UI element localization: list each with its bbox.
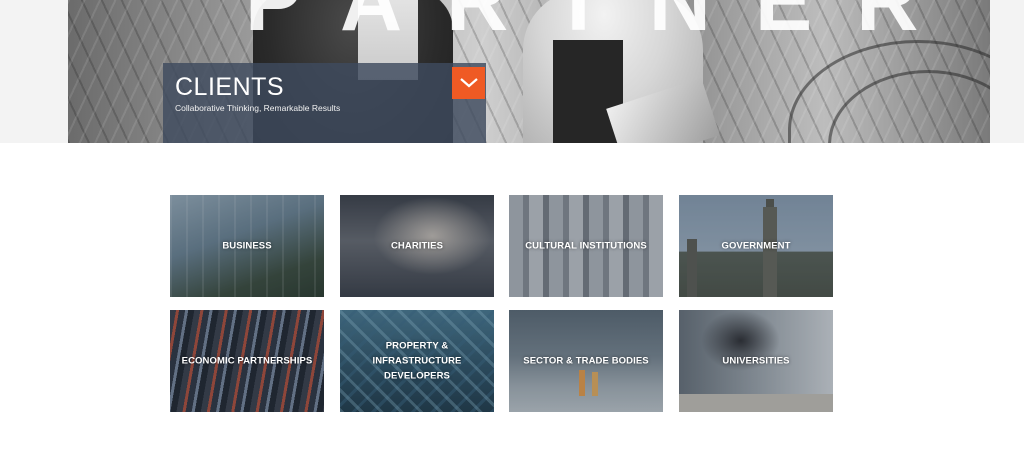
client-tile-cultural-institutions[interactable]: CULTURAL INSTITUTIONS bbox=[509, 195, 663, 297]
tile-label: UNIVERSITIES bbox=[722, 355, 790, 367]
tile-label: ECONOMIC PARTNERSHIPS bbox=[181, 355, 313, 367]
chevron-down-icon bbox=[459, 78, 478, 88]
client-tile-charities[interactable]: CHARITIES bbox=[340, 195, 494, 297]
tile-label: GOVERNMENT bbox=[721, 240, 791, 252]
hero-caption-panel: CLIENTS Collaborative Thinking, Remarkab… bbox=[163, 63, 486, 143]
hero-background-text: PARTNERS bbox=[245, 0, 945, 49]
client-tile-universities[interactable]: UNIVERSITIES bbox=[679, 310, 833, 412]
client-tile-business[interactable]: BUSINESS bbox=[170, 195, 324, 297]
tile-label: CHARITIES bbox=[390, 240, 444, 252]
hero-banner: PARTNERS CLIENTS Collaborative Thinking,… bbox=[0, 0, 1024, 143]
tile-label: CULTURAL INSTITUTIONS bbox=[525, 240, 647, 252]
client-tile-government[interactable]: GOVERNMENT bbox=[679, 195, 833, 297]
expand-toggle-button[interactable] bbox=[452, 67, 485, 99]
client-tile-property-infrastructure[interactable]: PROPERTY & INFRASTRUCTURE DEVELOPERS bbox=[340, 310, 494, 412]
tile-label: BUSINESS bbox=[222, 240, 272, 252]
client-tile-economic-partnerships[interactable]: ECONOMIC PARTNERSHIPS bbox=[170, 310, 324, 412]
tile-label: SECTOR & TRADE BODIES bbox=[523, 355, 649, 367]
page-title: CLIENTS bbox=[175, 73, 285, 101]
page-subtitle: Collaborative Thinking, Remarkable Resul… bbox=[175, 103, 341, 113]
client-tile-sector-trade-bodies[interactable]: SECTOR & TRADE BODIES bbox=[509, 310, 663, 412]
tile-label: PROPERTY & INFRASTRUCTURE DEVELOPERS bbox=[372, 340, 462, 382]
client-category-grid: BUSINESS CHARITIES CULTURAL INSTITUTIONS… bbox=[170, 195, 834, 412]
